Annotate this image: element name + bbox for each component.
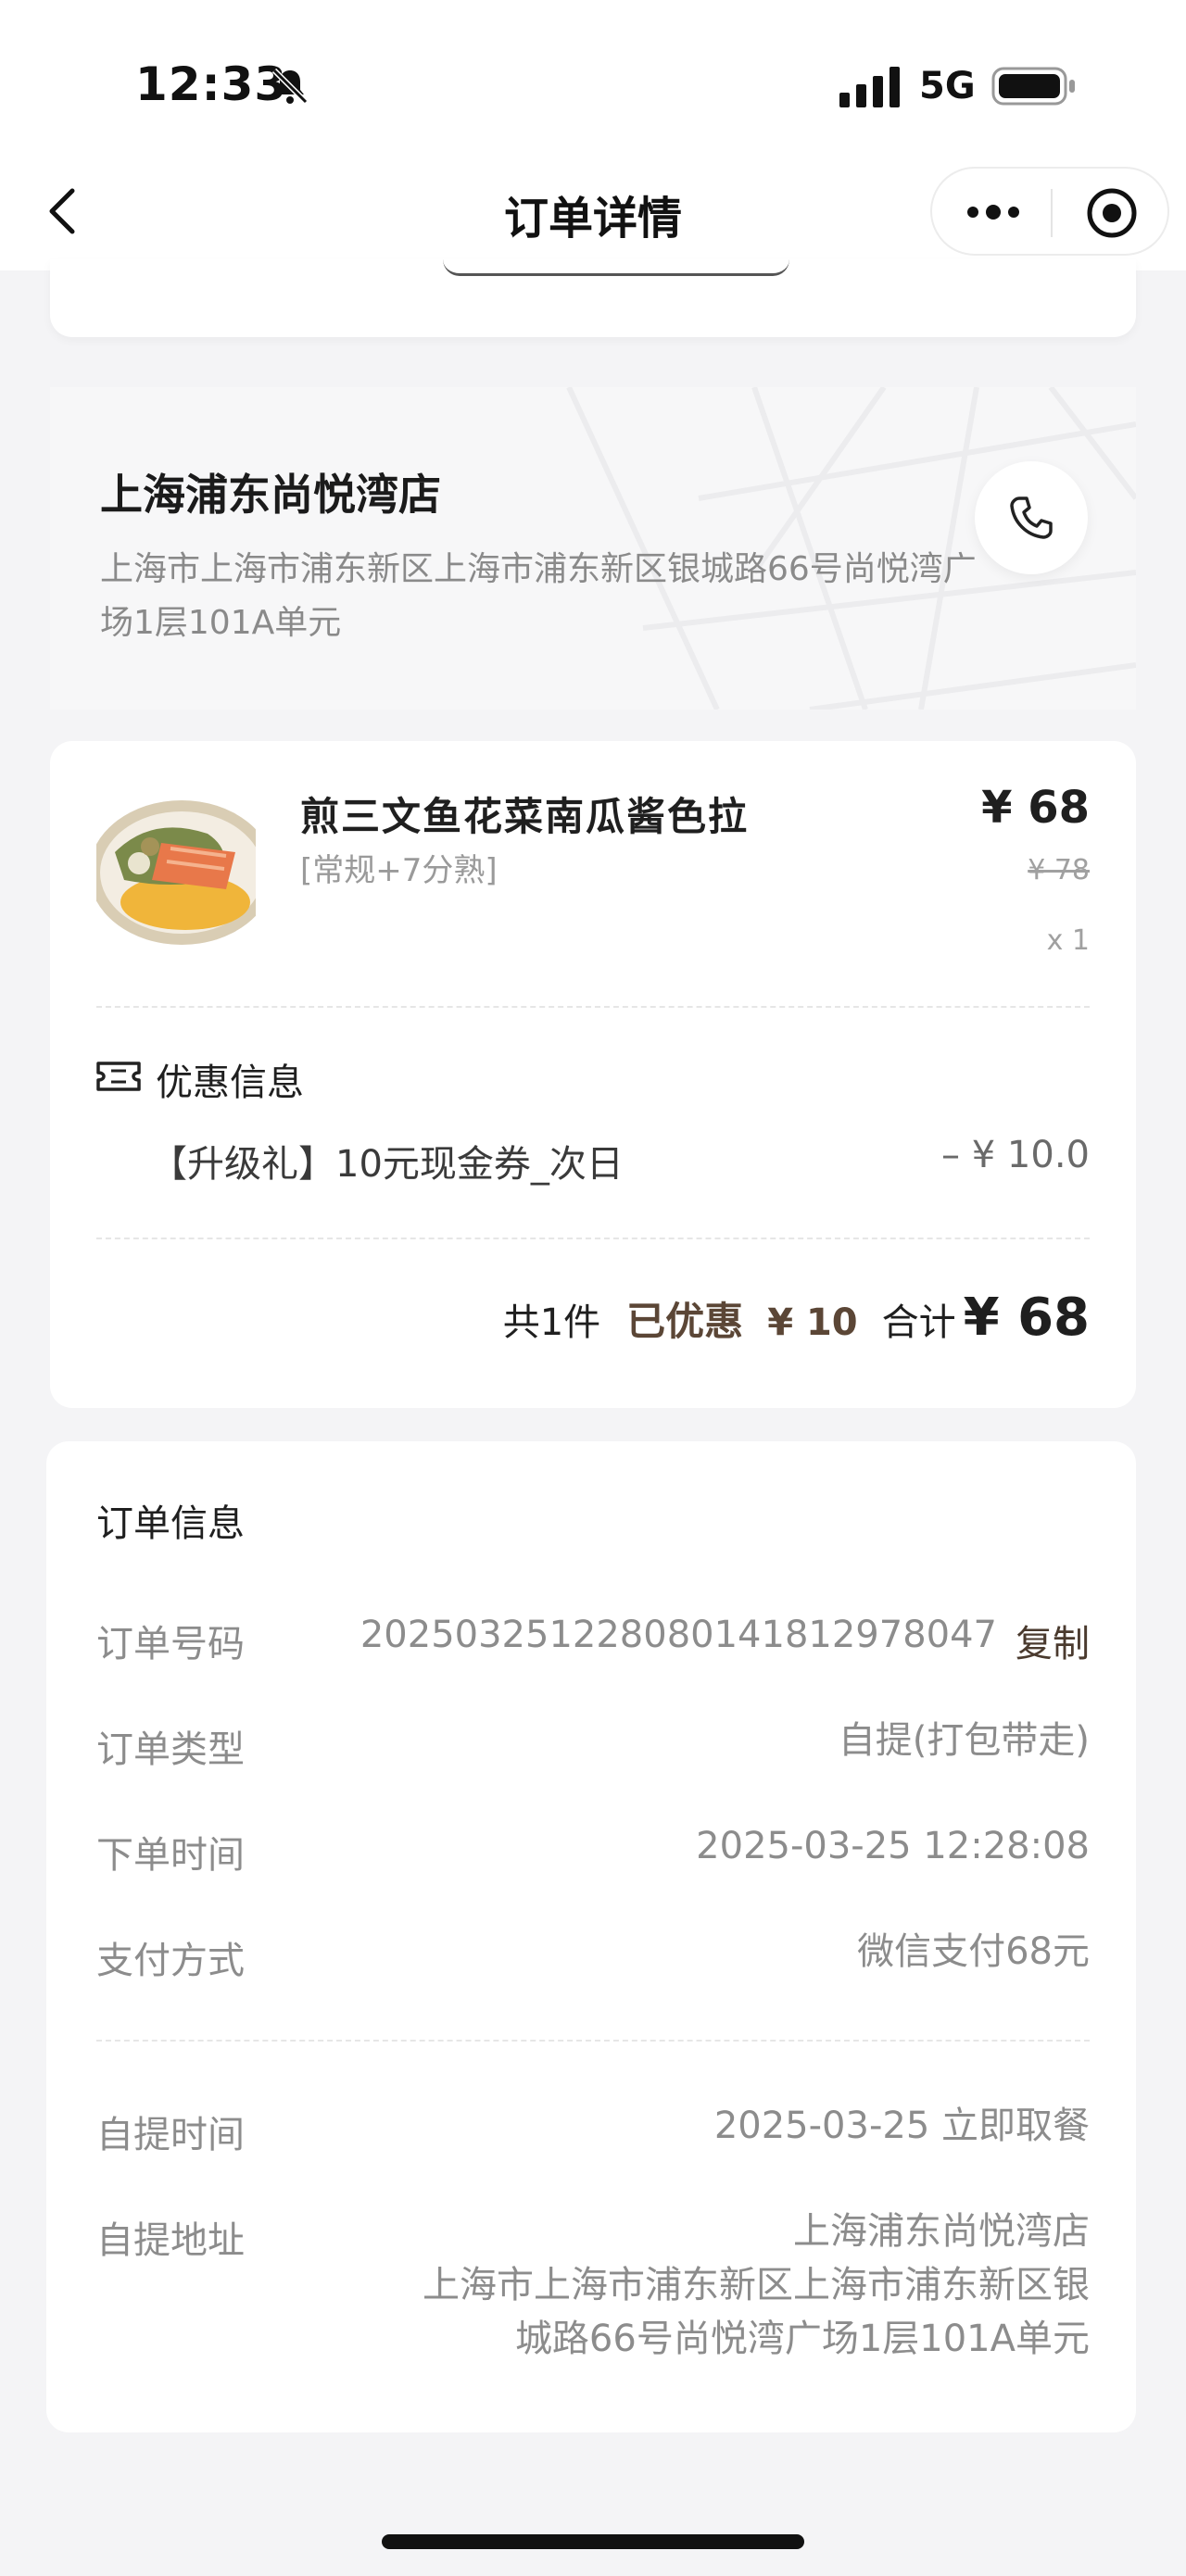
order-summary: 共1件 已优惠 ¥ 10 合计 ¥ 68 xyxy=(503,1288,1090,1348)
order-info-card: 订单信息 订单号码 202503251228080141812978047 复制… xyxy=(46,1441,1136,2432)
product-quantity: x 1 xyxy=(1046,924,1090,957)
call-store-button[interactable] xyxy=(975,461,1088,574)
product-spec: [常规+7分熟] xyxy=(300,852,498,889)
product-name: 煎三文鱼花菜南瓜酱色拉 xyxy=(300,794,750,839)
signal-icon xyxy=(839,67,900,107)
nav-bar: 订单详情 xyxy=(0,167,1186,270)
status-bar: 12:33 5G xyxy=(0,0,1186,167)
pickup-address-line: 城路66号尚悦湾广场1层101A单元 xyxy=(514,2318,1090,2360)
total-amount: ¥ 68 xyxy=(963,1288,1090,1348)
more-dots-icon[interactable] xyxy=(965,198,1021,226)
pickup-time-value: 2025-03-25 立即取餐 xyxy=(713,2105,1090,2147)
item-count: 共1件 xyxy=(502,1301,601,1344)
divider xyxy=(96,2040,1090,2042)
pickup-address-label: 自提地址 xyxy=(96,2219,245,2262)
order-number-label: 订单号码 xyxy=(96,1623,245,1665)
capsule-divider xyxy=(1051,189,1053,237)
payment-method-value: 微信支付68元 xyxy=(857,1930,1090,1973)
product-image xyxy=(96,787,256,947)
store-address: 上海市上海市浦东新区上海市浦东新区银城路66号尚悦湾广场1层101A单元 xyxy=(100,550,977,642)
close-miniprogram-icon[interactable] xyxy=(1084,185,1140,241)
store-card: 上海浦东尚悦湾店 上海市上海市浦东新区上海市浦东新区银城路66号尚悦湾广场1层1… xyxy=(50,387,1136,710)
store-name: 上海浦东尚悦湾店 xyxy=(100,470,441,520)
order-type-value: 自提(打包带走) xyxy=(838,1719,1090,1762)
status-time: 12:33 xyxy=(135,57,288,111)
product-original-price: ¥ 78 xyxy=(1028,854,1090,886)
discount-amount: ¥ 10 xyxy=(767,1301,858,1344)
pickup-address-line: 上海市上海市浦东新区上海市浦东新区银 xyxy=(423,2264,1090,2306)
battery-icon xyxy=(991,67,1075,106)
phone-icon xyxy=(1010,496,1053,539)
pickup-address-value: 上海浦东尚悦湾店 上海市上海市浦东新区上海市浦东新区银 城路66号尚悦湾广场1层… xyxy=(423,2205,1090,2366)
divider xyxy=(96,1006,1090,1008)
order-info-title: 订单信息 xyxy=(96,1502,245,1545)
status-card-button-edge xyxy=(443,259,789,276)
divider xyxy=(96,1238,1090,1239)
coupon-section-title: 优惠信息 xyxy=(156,1062,304,1104)
coupon-icon xyxy=(96,1062,141,1091)
coupon-amount: – ¥ 10.0 xyxy=(941,1134,1090,1176)
page: 12:33 5G 订单详情 上海浦东尚悦湾店 上海市上海市浦东新区上海市浦东新区… xyxy=(0,0,1186,2576)
order-time-value: 2025-03-25 12:28:08 xyxy=(696,1825,1090,1867)
coupon-name: 【升级礼】10元现金券_次日 xyxy=(150,1143,624,1186)
discount-label: 已优惠 xyxy=(626,1299,744,1344)
product-price: ¥ 68 xyxy=(981,782,1090,834)
pickup-time-label: 自提时间 xyxy=(96,2114,245,2156)
pickup-address-line: 上海浦东尚悦湾店 xyxy=(793,2210,1090,2253)
payment-method-label: 支付方式 xyxy=(96,1940,245,1982)
total-label: 合计 xyxy=(881,1301,956,1344)
home-indicator[interactable] xyxy=(382,2534,804,2549)
order-time-label: 下单时间 xyxy=(96,1834,245,1877)
order-number-value: 202503251228080141812978047 xyxy=(360,1614,997,1656)
copy-order-number-button[interactable]: 复制 xyxy=(1016,1614,1090,1667)
network-label: 5G xyxy=(919,65,976,107)
order-items-card: 煎三文鱼花菜南瓜酱色拉 [常规+7分熟] ¥ 68 ¥ 78 x 1 优惠信息 … xyxy=(50,741,1136,1408)
status-card xyxy=(50,259,1136,337)
bell-muted-icon xyxy=(271,68,309,105)
miniprogram-capsule xyxy=(930,167,1169,256)
order-type-label: 订单类型 xyxy=(96,1728,245,1771)
